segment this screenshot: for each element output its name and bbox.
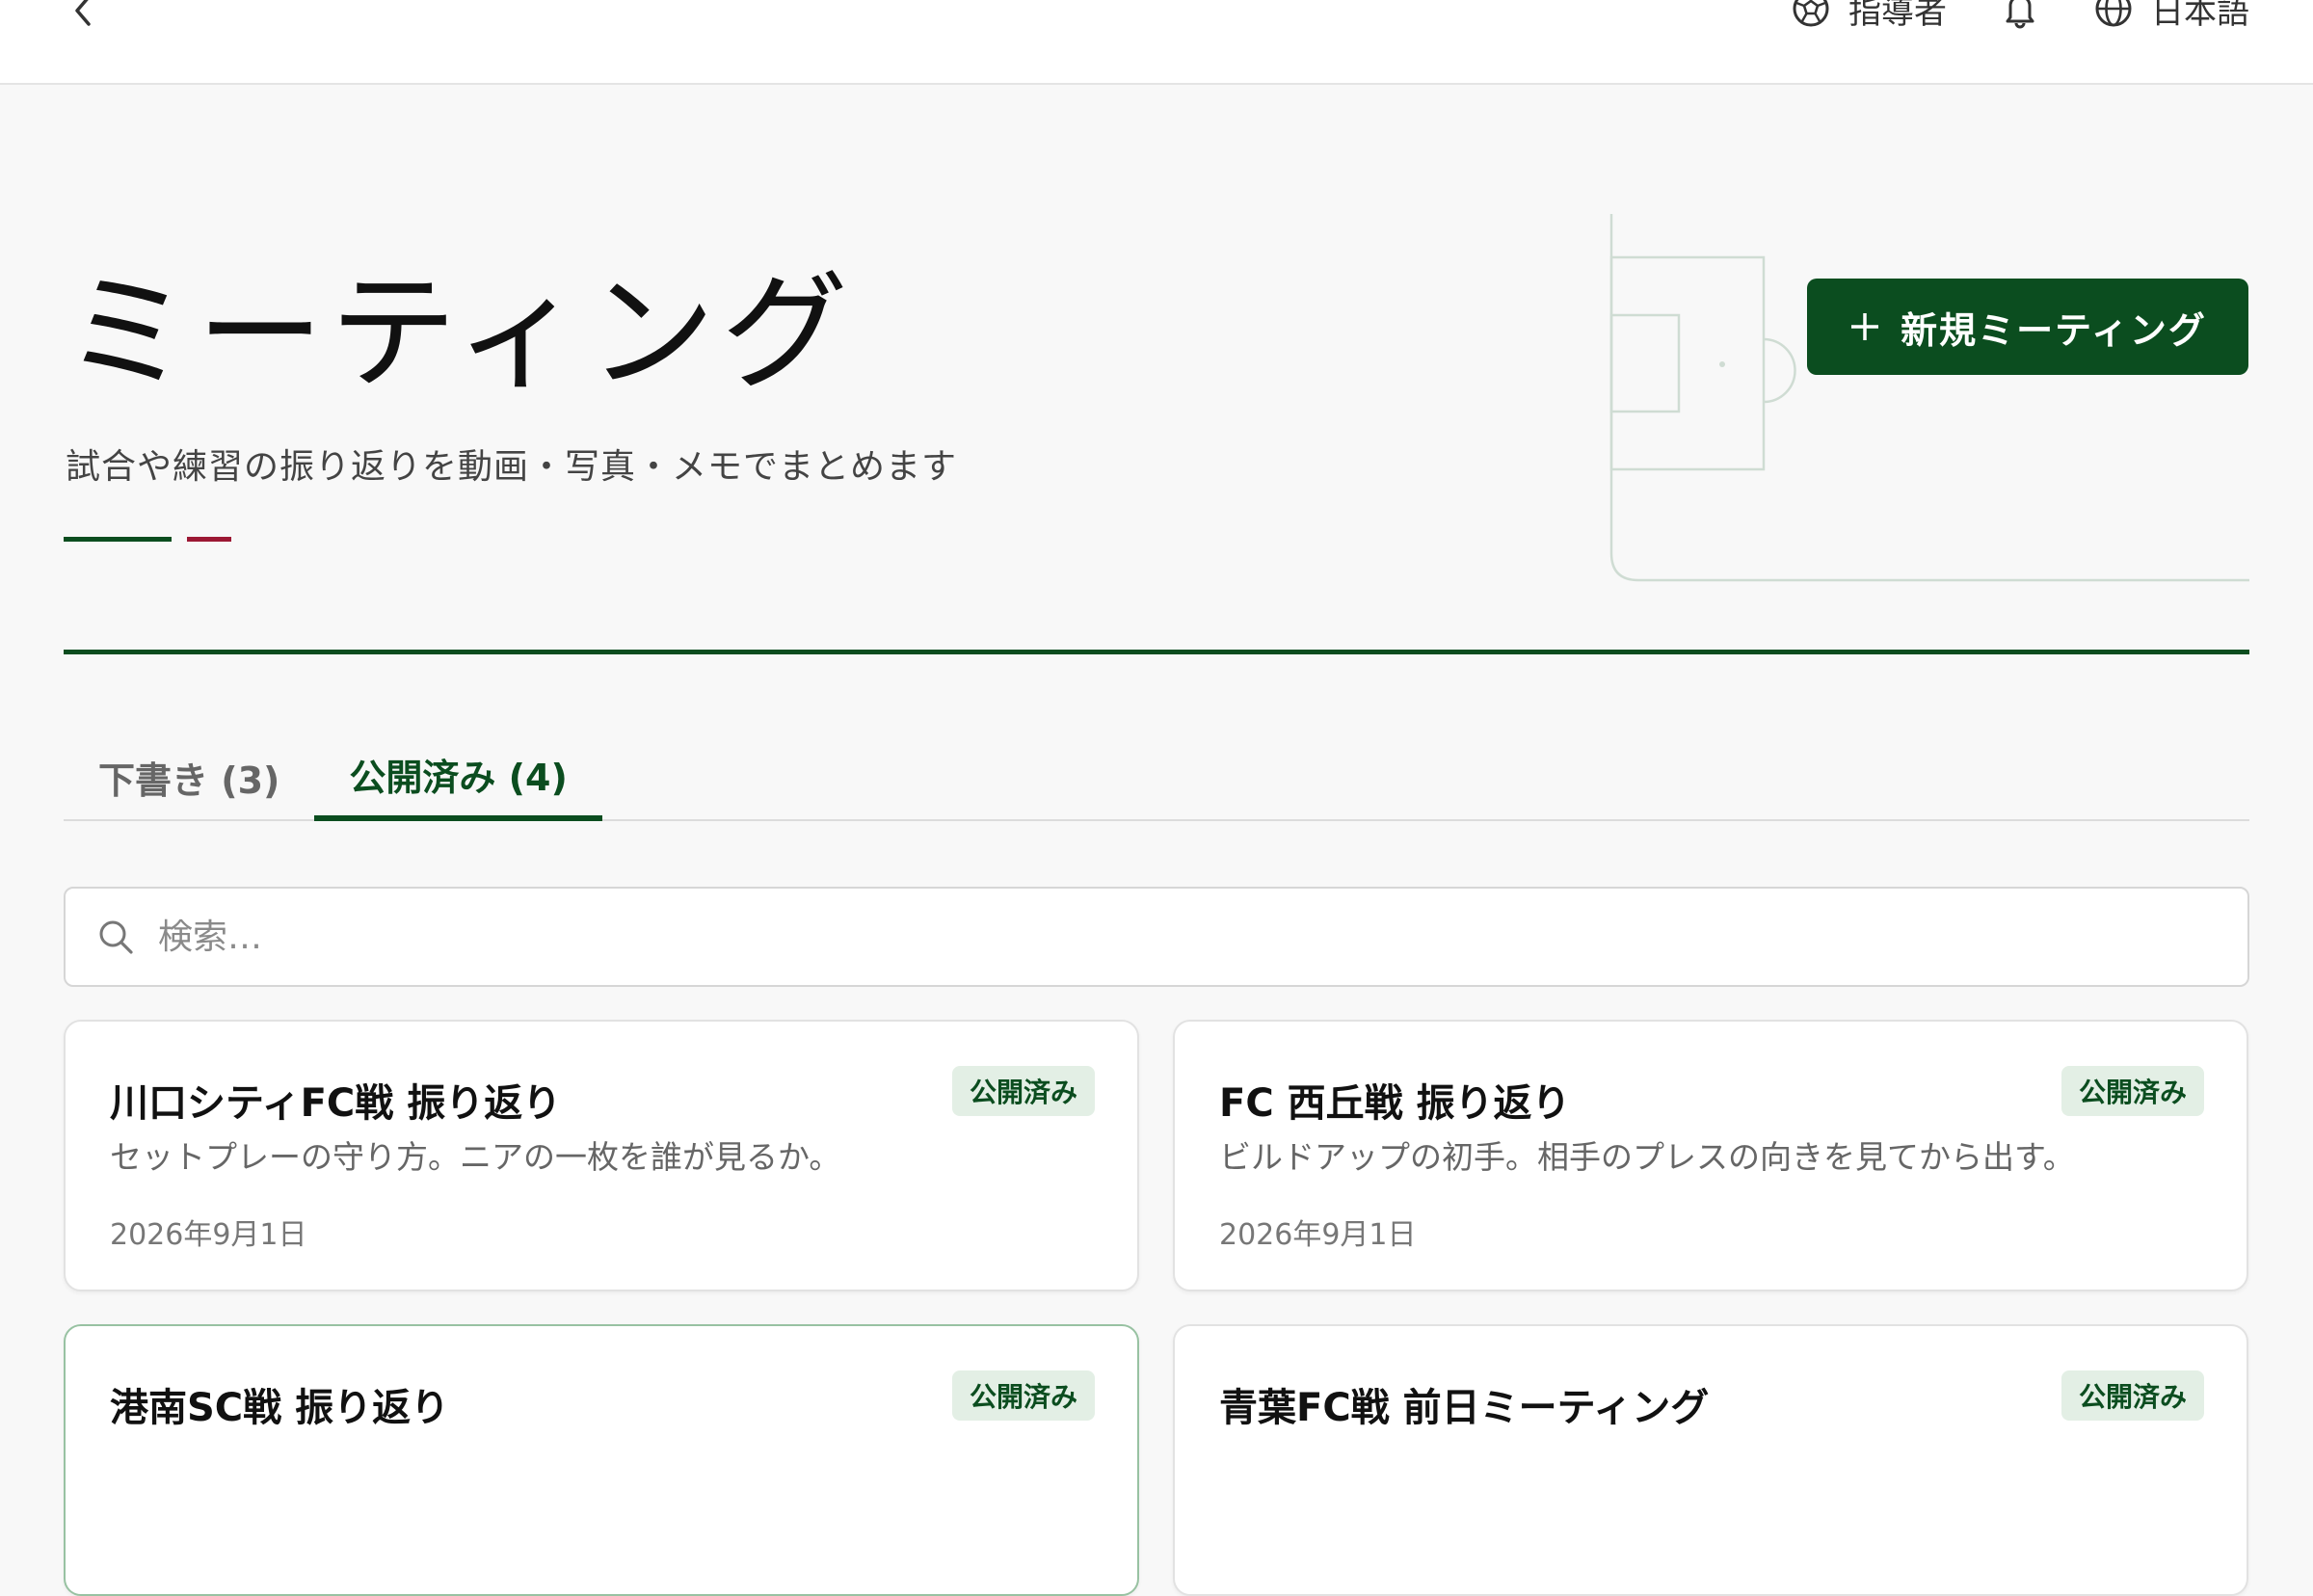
page-title: ミーティング <box>64 259 855 408</box>
meeting-card[interactable]: FC 西丘戦 振り返り 公開済み ビルドアップの初手。相手のプレスの向きを見てか… <box>1173 1020 2248 1291</box>
status-badge: 公開済み <box>2060 1370 2204 1421</box>
chevron-left-icon <box>69 0 98 28</box>
back-button[interactable] <box>60 0 108 35</box>
search-icon <box>96 918 135 956</box>
meeting-card[interactable]: 川口シティFC戦 振り返り 公開済み セットプレーの守り方。ニアの一枚を誰が見る… <box>64 1020 1139 1291</box>
role-label: 指導者 <box>1848 0 1947 32</box>
meeting-title: FC 西丘戦 振り返り <box>1219 1081 1571 1126</box>
top-bar: 指導者 日本語 <box>0 0 2313 85</box>
status-badge: 公開済み <box>951 1066 1095 1116</box>
accent-bar-red <box>187 537 231 542</box>
meeting-description: ビルドアップの初手。相手のプレスの向きを見てから出す。 <box>1219 1138 2075 1176</box>
new-meeting-label: 新規ミーティング <box>1901 308 2207 352</box>
search-box <box>64 887 2249 987</box>
pitch-illustration <box>1609 214 2249 582</box>
language-label: 日本語 <box>2151 0 2249 32</box>
status-tabs: 下書き (3) 公開済み (4) <box>64 732 2249 821</box>
language-switcher[interactable]: 日本語 <box>2093 0 2249 33</box>
meeting-title: 港南SC戦 振り返り <box>110 1386 450 1430</box>
status-badge: 公開済み <box>2060 1066 2204 1116</box>
tab-published[interactable]: 公開済み (4) <box>314 732 602 821</box>
meeting-title: 青葉FC戦 前日ミーティング <box>1219 1386 1710 1430</box>
soccer-ball-icon <box>1791 0 1831 29</box>
bell-icon <box>2001 0 2039 29</box>
globe-icon <box>2093 0 2134 29</box>
meeting-description: セットプレーの守り方。ニアの一枚を誰が見るか。 <box>110 1138 841 1176</box>
section-divider <box>64 650 2249 654</box>
new-meeting-button[interactable]: 新規ミーティング <box>1807 279 2248 375</box>
plus-icon <box>1848 310 1881 343</box>
meeting-date: 2026年9月1日 <box>110 1218 307 1252</box>
meeting-date: 2026年9月1日 <box>1219 1218 1417 1252</box>
search-input[interactable] <box>158 917 2217 957</box>
page-subtitle: 試合や練習の振り返りを動画・写真・メモでまとめます <box>66 447 958 487</box>
notifications-button[interactable] <box>2001 0 2039 29</box>
top-right-actions: 指導者 日本語 <box>1791 0 2249 33</box>
meeting-card[interactable]: 港南SC戦 振り返り 公開済み <box>64 1324 1139 1596</box>
status-badge: 公開済み <box>951 1370 1095 1421</box>
role-switcher[interactable]: 指導者 <box>1791 0 1947 33</box>
tab-drafts[interactable]: 下書き (3) <box>64 732 314 821</box>
meeting-title: 川口シティFC戦 振り返り <box>110 1081 562 1126</box>
accent-bar-green <box>64 537 172 542</box>
meeting-card[interactable]: 青葉FC戦 前日ミーティング 公開済み <box>1173 1324 2248 1596</box>
